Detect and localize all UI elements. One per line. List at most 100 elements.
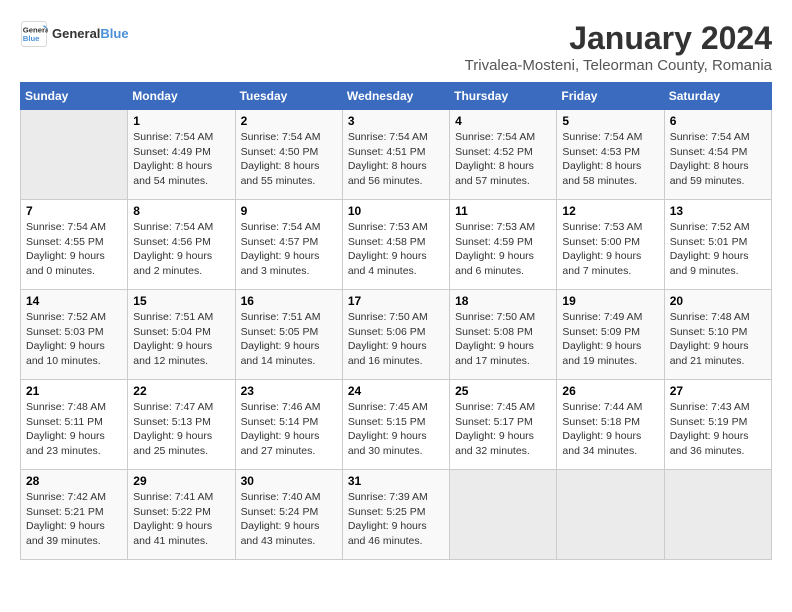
day-number: 20 (670, 294, 766, 308)
month-title: January 2024 (465, 20, 772, 57)
week-row-1: 1Sunrise: 7:54 AMSunset: 4:49 PMDaylight… (21, 110, 772, 200)
logo: General Blue GeneralBlue (20, 20, 129, 48)
day-cell: 21 Sunrise: 7:48 AMSunset: 5:11 PMDayligh… (21, 380, 128, 470)
day-cell (450, 470, 557, 560)
day-info: Sunrise: 7:41 AMSunset: 5:22 PMDaylight:… (133, 490, 229, 549)
day-number: 21 (26, 384, 122, 398)
day-info: Sunrise: 7:48 AMSunset: 5:11 PMDaylight:… (26, 400, 122, 459)
day-cell: 3 Sunrise: 7:54 AMSunset: 4:51 PMDaylight… (342, 110, 449, 200)
day-number: 12 (562, 204, 658, 218)
day-cell: 24Sunrise: 7:45 AMSunset: 5:15 PMDayligh… (342, 380, 449, 470)
header-thursday: Thursday (450, 83, 557, 110)
day-number: 19 (562, 294, 658, 308)
day-info: Sunrise: 7:46 AMSunset: 5:14 PMDaylight:… (241, 400, 337, 459)
day-cell: 30 Sunrise: 7:40 AMSunset: 5:24 PMDayligh… (235, 470, 342, 560)
day-cell: 19Sunrise: 7:49 AMSunset: 5:09 PMDayligh… (557, 290, 664, 380)
day-info: Sunrise: 7:51 AMSunset: 5:05 PMDaylight:… (241, 310, 337, 369)
day-number: 31 (348, 474, 444, 488)
day-cell: 6 Sunrise: 7:54 AMSunset: 4:54 PMDaylight… (664, 110, 771, 200)
day-info: Sunrise: 7:53 AMSunset: 4:58 PMDaylight:… (348, 220, 444, 279)
day-info: Sunrise: 7:45 AMSunset: 5:17 PMDaylight:… (455, 400, 551, 459)
day-number: 30 (241, 474, 337, 488)
day-number: 3 (348, 114, 444, 128)
location-title: Trivalea-Mosteni, Teleorman County, Roma… (465, 57, 772, 74)
day-cell (664, 470, 771, 560)
day-number: 18 (455, 294, 551, 308)
day-cell: 18 Sunrise: 7:50 AMSunset: 5:08 PMDayligh… (450, 290, 557, 380)
day-info: Sunrise: 7:47 AMSunset: 5:13 PMDaylight:… (133, 400, 229, 459)
day-info: Sunrise: 7:54 AMSunset: 4:53 PMDaylight:… (562, 130, 658, 189)
week-row-3: 14Sunrise: 7:52 AMSunset: 5:03 PMDayligh… (21, 290, 772, 380)
day-cell: 4Sunrise: 7:54 AMSunset: 4:52 PMDaylight… (450, 110, 557, 200)
day-number: 9 (241, 204, 337, 218)
day-cell: 7 Sunrise: 7:54 AMSunset: 4:55 PMDaylight… (21, 200, 128, 290)
day-cell: 14Sunrise: 7:52 AMSunset: 5:03 PMDayligh… (21, 290, 128, 380)
day-info: Sunrise: 7:44 AMSunset: 5:18 PMDaylight:… (562, 400, 658, 459)
header-wednesday: Wednesday (342, 83, 449, 110)
day-number: 28 (26, 474, 122, 488)
day-info: Sunrise: 7:54 AMSunset: 4:54 PMDaylight:… (670, 130, 766, 189)
day-info: Sunrise: 7:54 AMSunset: 4:57 PMDaylight:… (241, 220, 337, 279)
day-info: Sunrise: 7:40 AMSunset: 5:24 PMDaylight:… (241, 490, 337, 549)
week-row-2: 7 Sunrise: 7:54 AMSunset: 4:55 PMDaylight… (21, 200, 772, 290)
calendar-table: SundayMondayTuesdayWednesdayThursdayFrid… (20, 82, 772, 560)
day-info: Sunrise: 7:39 AMSunset: 5:25 PMDaylight:… (348, 490, 444, 549)
day-info: Sunrise: 7:54 AMSunset: 4:51 PMDaylight:… (348, 130, 444, 189)
day-info: Sunrise: 7:51 AMSunset: 5:04 PMDaylight:… (133, 310, 229, 369)
day-cell (21, 110, 128, 200)
day-cell: 1Sunrise: 7:54 AMSunset: 4:49 PMDaylight… (128, 110, 235, 200)
day-number: 26 (562, 384, 658, 398)
day-info: Sunrise: 7:53 AMSunset: 5:00 PMDaylight:… (562, 220, 658, 279)
header-saturday: Saturday (664, 83, 771, 110)
day-number: 1 (133, 114, 229, 128)
day-cell: 13 Sunrise: 7:52 AMSunset: 5:01 PMDayligh… (664, 200, 771, 290)
day-number: 25 (455, 384, 551, 398)
title-area: January 2024 Trivalea-Mosteni, Teleorman… (465, 20, 772, 74)
day-cell: 17 Sunrise: 7:50 AMSunset: 5:06 PMDayligh… (342, 290, 449, 380)
day-number: 22 (133, 384, 229, 398)
day-cell: 27 Sunrise: 7:43 AMSunset: 5:19 PMDayligh… (664, 380, 771, 470)
day-cell: 5 Sunrise: 7:54 AMSunset: 4:53 PMDaylight… (557, 110, 664, 200)
svg-text:Blue: Blue (23, 34, 40, 43)
week-row-4: 21 Sunrise: 7:48 AMSunset: 5:11 PMDayligh… (21, 380, 772, 470)
day-info: Sunrise: 7:54 AMSunset: 4:50 PMDaylight:… (241, 130, 337, 189)
day-info: Sunrise: 7:45 AMSunset: 5:15 PMDaylight:… (348, 400, 444, 459)
day-cell: 25 Sunrise: 7:45 AMSunset: 5:17 PMDayligh… (450, 380, 557, 470)
day-cell: 26 Sunrise: 7:44 AMSunset: 5:18 PMDayligh… (557, 380, 664, 470)
logo-general: General (52, 26, 100, 41)
day-number: 7 (26, 204, 122, 218)
day-cell: 11Sunrise: 7:53 AMSunset: 4:59 PMDayligh… (450, 200, 557, 290)
day-cell: 29 Sunrise: 7:41 AMSunset: 5:22 PMDayligh… (128, 470, 235, 560)
header-row: SundayMondayTuesdayWednesdayThursdayFrid… (21, 83, 772, 110)
day-cell: 10 Sunrise: 7:53 AMSunset: 4:58 PMDayligh… (342, 200, 449, 290)
day-number: 5 (562, 114, 658, 128)
day-cell: 9 Sunrise: 7:54 AMSunset: 4:57 PMDaylight… (235, 200, 342, 290)
day-info: Sunrise: 7:52 AMSunset: 5:01 PMDaylight:… (670, 220, 766, 279)
day-number: 13 (670, 204, 766, 218)
day-info: Sunrise: 7:54 AMSunset: 4:52 PMDaylight:… (455, 130, 551, 189)
day-info: Sunrise: 7:43 AMSunset: 5:19 PMDaylight:… (670, 400, 766, 459)
day-cell: 2Sunrise: 7:54 AMSunset: 4:50 PMDaylight… (235, 110, 342, 200)
day-number: 29 (133, 474, 229, 488)
day-cell: 20 Sunrise: 7:48 AMSunset: 5:10 PMDayligh… (664, 290, 771, 380)
day-info: Sunrise: 7:50 AMSunset: 5:08 PMDaylight:… (455, 310, 551, 369)
day-info: Sunrise: 7:50 AMSunset: 5:06 PMDaylight:… (348, 310, 444, 369)
week-row-5: 28Sunrise: 7:42 AMSunset: 5:21 PMDayligh… (21, 470, 772, 560)
day-cell: 23Sunrise: 7:46 AMSunset: 5:14 PMDayligh… (235, 380, 342, 470)
day-cell: 12 Sunrise: 7:53 AMSunset: 5:00 PMDayligh… (557, 200, 664, 290)
day-number: 10 (348, 204, 444, 218)
day-cell: 16Sunrise: 7:51 AMSunset: 5:05 PMDayligh… (235, 290, 342, 380)
day-number: 27 (670, 384, 766, 398)
day-number: 17 (348, 294, 444, 308)
day-info: Sunrise: 7:54 AMSunset: 4:55 PMDaylight:… (26, 220, 122, 279)
day-info: Sunrise: 7:48 AMSunset: 5:10 PMDaylight:… (670, 310, 766, 369)
header-tuesday: Tuesday (235, 83, 342, 110)
day-cell: 15Sunrise: 7:51 AMSunset: 5:04 PMDayligh… (128, 290, 235, 380)
header-monday: Monday (128, 83, 235, 110)
day-cell: 8Sunrise: 7:54 AMSunset: 4:56 PMDaylight… (128, 200, 235, 290)
logo-blue: Blue (100, 26, 128, 41)
day-number: 6 (670, 114, 766, 128)
header-sunday: Sunday (21, 83, 128, 110)
day-cell (557, 470, 664, 560)
day-info: Sunrise: 7:53 AMSunset: 4:59 PMDaylight:… (455, 220, 551, 279)
